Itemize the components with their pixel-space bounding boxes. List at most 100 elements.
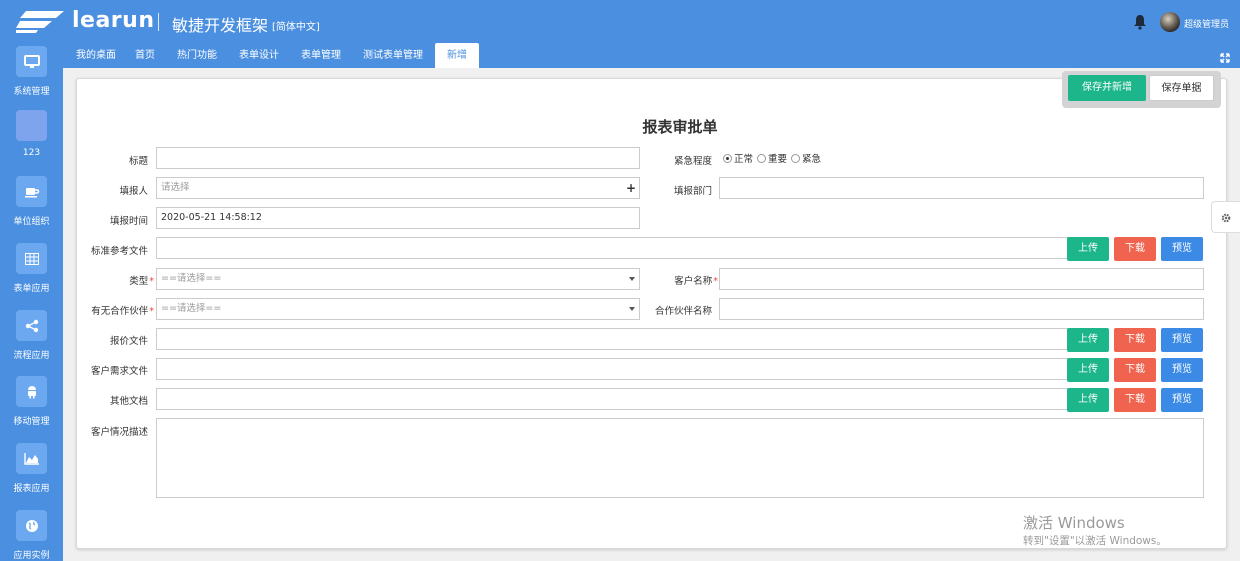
partner-label-text: 有无合作伙伴 [91, 306, 149, 317]
title-input[interactable] [156, 147, 640, 169]
sidebar-item-123[interactable]: 123 [0, 110, 63, 176]
demand-file-upload-button[interactable]: 上传 [1067, 358, 1109, 382]
sidebar-item-report[interactable]: 报表应用 [0, 443, 63, 509]
avatar[interactable] [1160, 12, 1180, 32]
save-and-new-button[interactable]: 保存并新增 [1068, 75, 1146, 101]
sidebar: 系统管理 123 单位组织 表单应用 流程应用 移动管理 报表应用 应用实例 [0, 43, 63, 561]
logo-divider [158, 13, 159, 31]
demand-file-download-button[interactable]: 下载 [1114, 358, 1156, 382]
type-label-text: 类型 [129, 276, 149, 287]
reporter-select[interactable]: 请选择 + [156, 177, 640, 199]
username[interactable]: 超级管理员 [1184, 17, 1229, 30]
quote-file-download-button[interactable]: 下载 [1114, 328, 1156, 352]
desc-textarea[interactable] [156, 418, 1204, 498]
demand-file-input[interactable] [156, 358, 1068, 380]
quote-file-label: 报价文件 [109, 336, 148, 347]
urgency-radio-normal[interactable] [723, 153, 732, 163]
urgency-radio-important[interactable] [757, 153, 767, 163]
sidebar-item-label: 报表应用 [13, 484, 50, 494]
ref-file-label: 标准参考文件 [90, 246, 148, 257]
app-subtitle: 敏捷开发框架 [172, 16, 269, 35]
bell-icon[interactable] [1133, 14, 1147, 30]
required-mark: * [149, 306, 154, 317]
sidebar-item-demo[interactable]: 应用实例 [0, 510, 63, 561]
tab-form-manage[interactable]: 表单管理 [293, 43, 349, 68]
sidebar-item-label: 单位组织 [13, 217, 50, 227]
ref-file-input[interactable] [156, 237, 1068, 259]
urgency-radio-group: 正常 重要 紧急 [723, 151, 825, 165]
share-icon [16, 310, 47, 341]
tab-hot-functions[interactable]: 热门功能 [169, 43, 225, 68]
other-doc-download-button[interactable]: 下载 [1114, 388, 1156, 412]
sidebar-item-org[interactable]: 单位组织 [0, 176, 63, 242]
tab-my-desktop[interactable]: 我的桌面 [67, 43, 125, 68]
quote-file-input[interactable] [156, 328, 1068, 350]
ref-file-download-button[interactable]: 下载 [1114, 237, 1156, 261]
sidebar-item-label: 应用实例 [13, 551, 50, 561]
save-button[interactable]: 保存单据 [1149, 75, 1214, 101]
type-select[interactable]: ==请选择== [156, 268, 640, 290]
demand-file-preview-button[interactable]: 预览 [1161, 358, 1203, 382]
sidebar-item-system[interactable]: 系统管理 [0, 46, 63, 112]
logo-icon [16, 11, 64, 33]
ref-file-upload-button[interactable]: 上传 [1067, 237, 1109, 261]
chevron-down-icon [629, 307, 635, 311]
partner-label: 有无合作伙伴* [90, 303, 154, 317]
language-switch[interactable]: [简体中文] [272, 18, 320, 33]
other-doc-upload-button[interactable]: 上传 [1067, 388, 1109, 412]
top-header: learun 敏捷开发框架 [简体中文] 超级管理员 [0, 0, 1240, 43]
monitor-icon [16, 46, 47, 77]
tab-form-design[interactable]: 表单设计 [231, 43, 287, 68]
android-icon [16, 376, 47, 407]
fullscreen-icon[interactable] [1220, 53, 1230, 63]
coffee-icon [16, 176, 47, 207]
urgency-option-label: 正常 [734, 154, 754, 165]
partner-select[interactable]: ==请选择== [156, 298, 640, 320]
activation-watermark-hint: 转到"设置"以激活 Windows。 [1023, 535, 1167, 547]
type-label: 类型* [90, 273, 154, 287]
customer-input[interactable] [719, 268, 1204, 290]
type-placeholder: ==请选择== [161, 273, 222, 284]
area-chart-icon [16, 443, 47, 474]
quote-file-preview-button[interactable]: 预览 [1161, 328, 1203, 352]
time-label: 填报时间 [109, 216, 148, 227]
reporter-label: 填报人 [119, 186, 148, 197]
gear-icon [1221, 213, 1231, 223]
required-mark: * [713, 276, 718, 287]
urgency-label: 紧急程度 [673, 156, 712, 167]
sidebar-item-label: 系统管理 [13, 87, 50, 97]
blank-icon [16, 110, 47, 141]
grid-icon [16, 243, 47, 274]
urgency-option-label: 重要 [768, 154, 788, 165]
partner-name-label: 合作伙伴名称 [654, 306, 712, 317]
title-label: 标题 [128, 156, 148, 167]
quote-file-upload-button[interactable]: 上传 [1067, 328, 1109, 352]
tab-new[interactable]: 新增 [435, 43, 479, 68]
dept-label: 填报部门 [673, 186, 712, 197]
partner-name-input[interactable] [719, 298, 1204, 320]
urgency-radio-urgent[interactable] [791, 153, 801, 163]
other-doc-label: 其他文档 [109, 396, 148, 407]
time-input[interactable]: 2020-05-21 14:58:12 [156, 207, 640, 229]
globe-icon [16, 510, 47, 541]
form-title: 报表审批单 [642, 118, 718, 136]
reporter-placeholder: 请选择 [161, 182, 190, 193]
sidebar-item-form-app[interactable]: 表单应用 [0, 243, 63, 309]
sidebar-item-mobile[interactable]: 移动管理 [0, 376, 63, 442]
logo-text: learun [72, 8, 155, 33]
desc-label: 客户情况描述 [90, 427, 148, 438]
urgency-option-label: 紧急 [802, 154, 822, 165]
dept-input[interactable] [719, 177, 1204, 199]
chevron-down-icon [629, 277, 635, 281]
other-doc-preview-button[interactable]: 预览 [1161, 388, 1203, 412]
settings-tab[interactable] [1211, 201, 1240, 233]
tab-test-form-manage[interactable]: 测试表单管理 [357, 43, 429, 68]
ref-file-preview-button[interactable]: 预览 [1161, 237, 1203, 261]
sidebar-item-flow-app[interactable]: 流程应用 [0, 310, 63, 376]
tab-bar: 我的桌面 首页 热门功能 表单设计 表单管理 测试表单管理 新增 [63, 43, 1240, 68]
plus-icon[interactable]: + [626, 178, 636, 198]
demand-file-label: 客户需求文件 [90, 366, 148, 377]
other-doc-input[interactable] [156, 388, 1068, 410]
tab-home[interactable]: 首页 [127, 43, 163, 68]
sidebar-item-label: 123 [22, 148, 41, 158]
